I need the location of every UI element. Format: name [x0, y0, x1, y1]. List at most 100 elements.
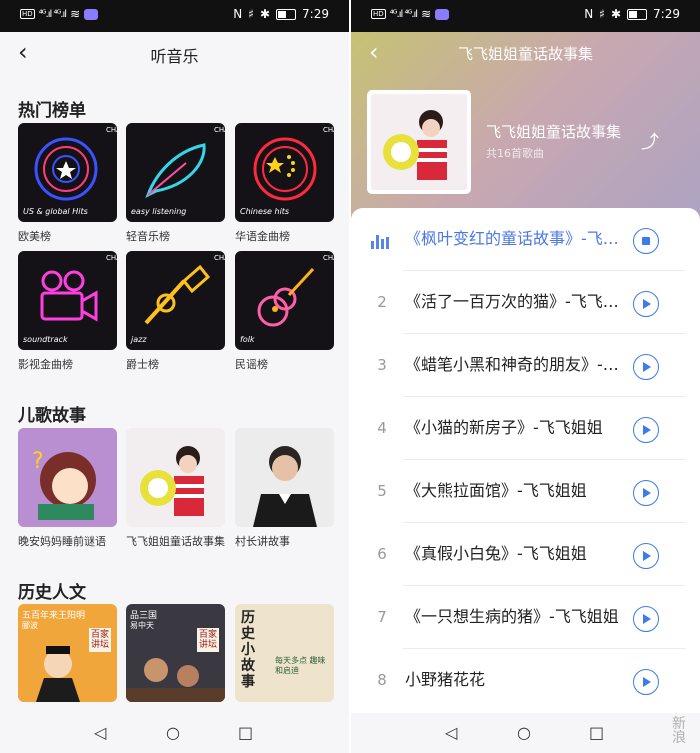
charts-brand: CHARTS	[214, 254, 225, 262]
app-notification-icon	[84, 8, 99, 20]
nav-back-button[interactable]: ◁	[94, 723, 106, 742]
song-number: 8	[377, 671, 387, 689]
watermark: 新 浪	[672, 716, 686, 746]
clock: 7:29	[302, 7, 329, 21]
hd-badge: HD	[20, 9, 35, 19]
history-tile-three-kingdoms[interactable]: 品三国 易中天 百家讲坛	[126, 604, 225, 702]
play-button[interactable]	[633, 480, 659, 506]
signal-icon: ⁴ᴳ.ıl ⁴ᴳ.ıl	[38, 8, 67, 20]
kids-caption: 晚安妈妈睡前谜语	[18, 535, 106, 548]
song-list: 《枫叶变红的童话故事》-飞飞姐姐 2 《活了一百万次的猫》-飞飞姐姐 3 《蜡笔…	[351, 208, 700, 718]
stop-button[interactable]	[633, 228, 659, 254]
history-tile-wang-yangming[interactable]: 五百年来王阳明 郦波 百家讲坛	[18, 604, 117, 702]
feifei-photo-image	[126, 428, 225, 527]
bluetooth-icon: ✱	[259, 7, 271, 21]
section-title-kids: 儿歌故事	[18, 406, 86, 426]
chart-caption: 影视金曲榜	[18, 358, 73, 371]
signal-icon: ⁴ᴳ.ıl ⁴ᴳ.ıl	[389, 8, 418, 20]
chart-tile-western[interactable]: CHARTS US & global Hits	[18, 123, 117, 222]
section-title-charts: 热门榜单	[18, 101, 86, 121]
play-button[interactable]	[633, 606, 659, 632]
share-icon[interactable]: ⤴	[641, 128, 659, 154]
nav-bar: ◁ ○ □	[0, 713, 349, 753]
vibrate-icon: ♯	[599, 7, 605, 21]
song-title: 《小猫的新房子》-飞飞姐姐	[405, 418, 603, 437]
nfc-icon: N	[233, 7, 243, 21]
chart-caption: 欧美榜	[18, 230, 51, 243]
song-number: 2	[377, 293, 387, 311]
battery-icon	[276, 8, 297, 20]
nav-bar: ◁ ○ □ 新 浪	[351, 713, 700, 753]
chart-caption: 轻音乐榜	[126, 230, 170, 243]
page-header: ‹ 听音乐	[0, 32, 349, 74]
history-tile-stories[interactable]: 历史小故事 每天多点 趣味和启迪	[235, 604, 334, 702]
chart-caption: 爵士榜	[126, 358, 159, 371]
kids-tile-feifei[interactable]	[126, 428, 225, 527]
battery-icon	[627, 8, 648, 20]
song-row[interactable]: 2 《活了一百万次的猫》-飞飞姐姐	[351, 271, 700, 334]
charts-brand: CHARTS	[323, 254, 334, 262]
song-row[interactable]: 4 《小猫的新房子》-飞飞姐姐	[351, 397, 700, 460]
song-row[interactable]: 5 《大熊拉面馆》-飞飞姐姐	[351, 460, 700, 523]
play-button[interactable]	[633, 543, 659, 569]
chart-tag: folk	[240, 335, 255, 344]
cartoon-girl-image: ?	[18, 428, 117, 527]
chart-tag: soundtrack	[23, 335, 68, 344]
page-title: 听音乐	[150, 47, 199, 66]
nav-recent-button[interactable]: □	[238, 723, 253, 742]
song-number: 7	[377, 608, 387, 626]
song-row[interactable]: 《枫叶变红的童话故事》-飞飞姐姐	[351, 208, 700, 271]
chart-tile-folk[interactable]: CHARTS folk	[235, 251, 334, 350]
right-screen: HD ⁴ᴳ.ıl ⁴ᴳ.ıl ≋ N ♯ ✱ 7:29 ‹ 飞飞姐姐童话故事集	[351, 0, 700, 753]
charts-brand: CHARTS	[323, 126, 334, 134]
nav-home-button[interactable]: ○	[166, 723, 180, 742]
song-row[interactable]: 6 《真假小白兔》-飞飞姐姐	[351, 523, 700, 586]
wifi-icon: ≋	[70, 7, 81, 21]
left-screen: HD ⁴ᴳ.ıl ⁴ᴳ.ıl ≋ N ♯ ✱ 7:29 ‹ 听音乐 热门榜单 C…	[0, 0, 349, 753]
play-button[interactable]	[633, 291, 659, 317]
svg-text:?: ?	[32, 449, 44, 474]
song-number: 6	[377, 545, 387, 563]
now-playing-icon	[371, 233, 389, 249]
song-row[interactable]: 3 《蜡笔小黑和神奇的朋友》-飞飞姐姐	[351, 334, 700, 397]
scholar-portrait-image	[36, 646, 80, 702]
bluetooth-icon: ✱	[610, 7, 622, 21]
charts-brand: CHARTS	[106, 126, 117, 134]
chart-tag: easy listening	[131, 207, 187, 216]
kids-tile-riddles[interactable]: ?	[18, 428, 117, 527]
chart-tag: jazz	[131, 335, 147, 344]
chart-caption: 民谣榜	[235, 358, 268, 371]
chart-tile-jazz[interactable]: CHARTS jazz	[126, 251, 225, 350]
app-notification-icon	[435, 8, 450, 20]
nav-back-button[interactable]: ◁	[445, 723, 457, 742]
song-row[interactable]: 8 小野猪花花	[351, 649, 700, 712]
man-photo-image	[235, 428, 334, 527]
nav-home-button[interactable]: ○	[517, 723, 531, 742]
play-button[interactable]	[633, 669, 659, 695]
song-title: 《一只想生病的猪》-飞飞姐姐	[405, 607, 619, 626]
album-song-count: 共16首歌曲	[486, 147, 544, 160]
status-bar: HD ⁴ᴳ.ıl ⁴ᴳ.ıl ≋ N ♯ ✱ 7:29	[0, 0, 349, 32]
song-title: 《大熊拉面馆》-飞飞姐姐	[405, 481, 587, 500]
chart-tile-chinese[interactable]: CHARTS Chinese hits	[235, 123, 334, 222]
wifi-icon: ≋	[421, 7, 432, 21]
nav-recent-button[interactable]: □	[589, 723, 604, 742]
kids-caption: 飞飞姐姐童话故事集	[126, 535, 225, 548]
song-title: 《真假小白兔》-飞飞姐姐	[405, 544, 587, 563]
kids-caption: 村长讲故事	[235, 535, 290, 548]
page-title: 飞飞姐姐童话故事集	[457, 45, 593, 63]
play-button[interactable]	[633, 417, 659, 443]
play-button[interactable]	[633, 354, 659, 380]
song-row[interactable]: 7 《一只想生病的猪》-飞飞姐姐	[351, 586, 700, 649]
song-title: 小野猪花花	[405, 670, 486, 689]
chart-tile-easy-listening[interactable]: CHARTS easy listening	[126, 123, 225, 222]
chart-tile-soundtrack[interactable]: CHARTS soundtrack	[18, 251, 117, 350]
chart-tag: Chinese hits	[240, 207, 290, 216]
charts-brand: CHARTS	[106, 254, 117, 262]
song-title: 《活了一百万次的猫》-飞飞姐姐	[405, 292, 629, 311]
vibrate-icon: ♯	[248, 7, 254, 21]
kids-tile-village-head[interactable]	[235, 428, 334, 527]
song-number: 3	[377, 356, 387, 374]
album-cover	[367, 90, 471, 194]
feifei-photo-image	[371, 94, 467, 190]
